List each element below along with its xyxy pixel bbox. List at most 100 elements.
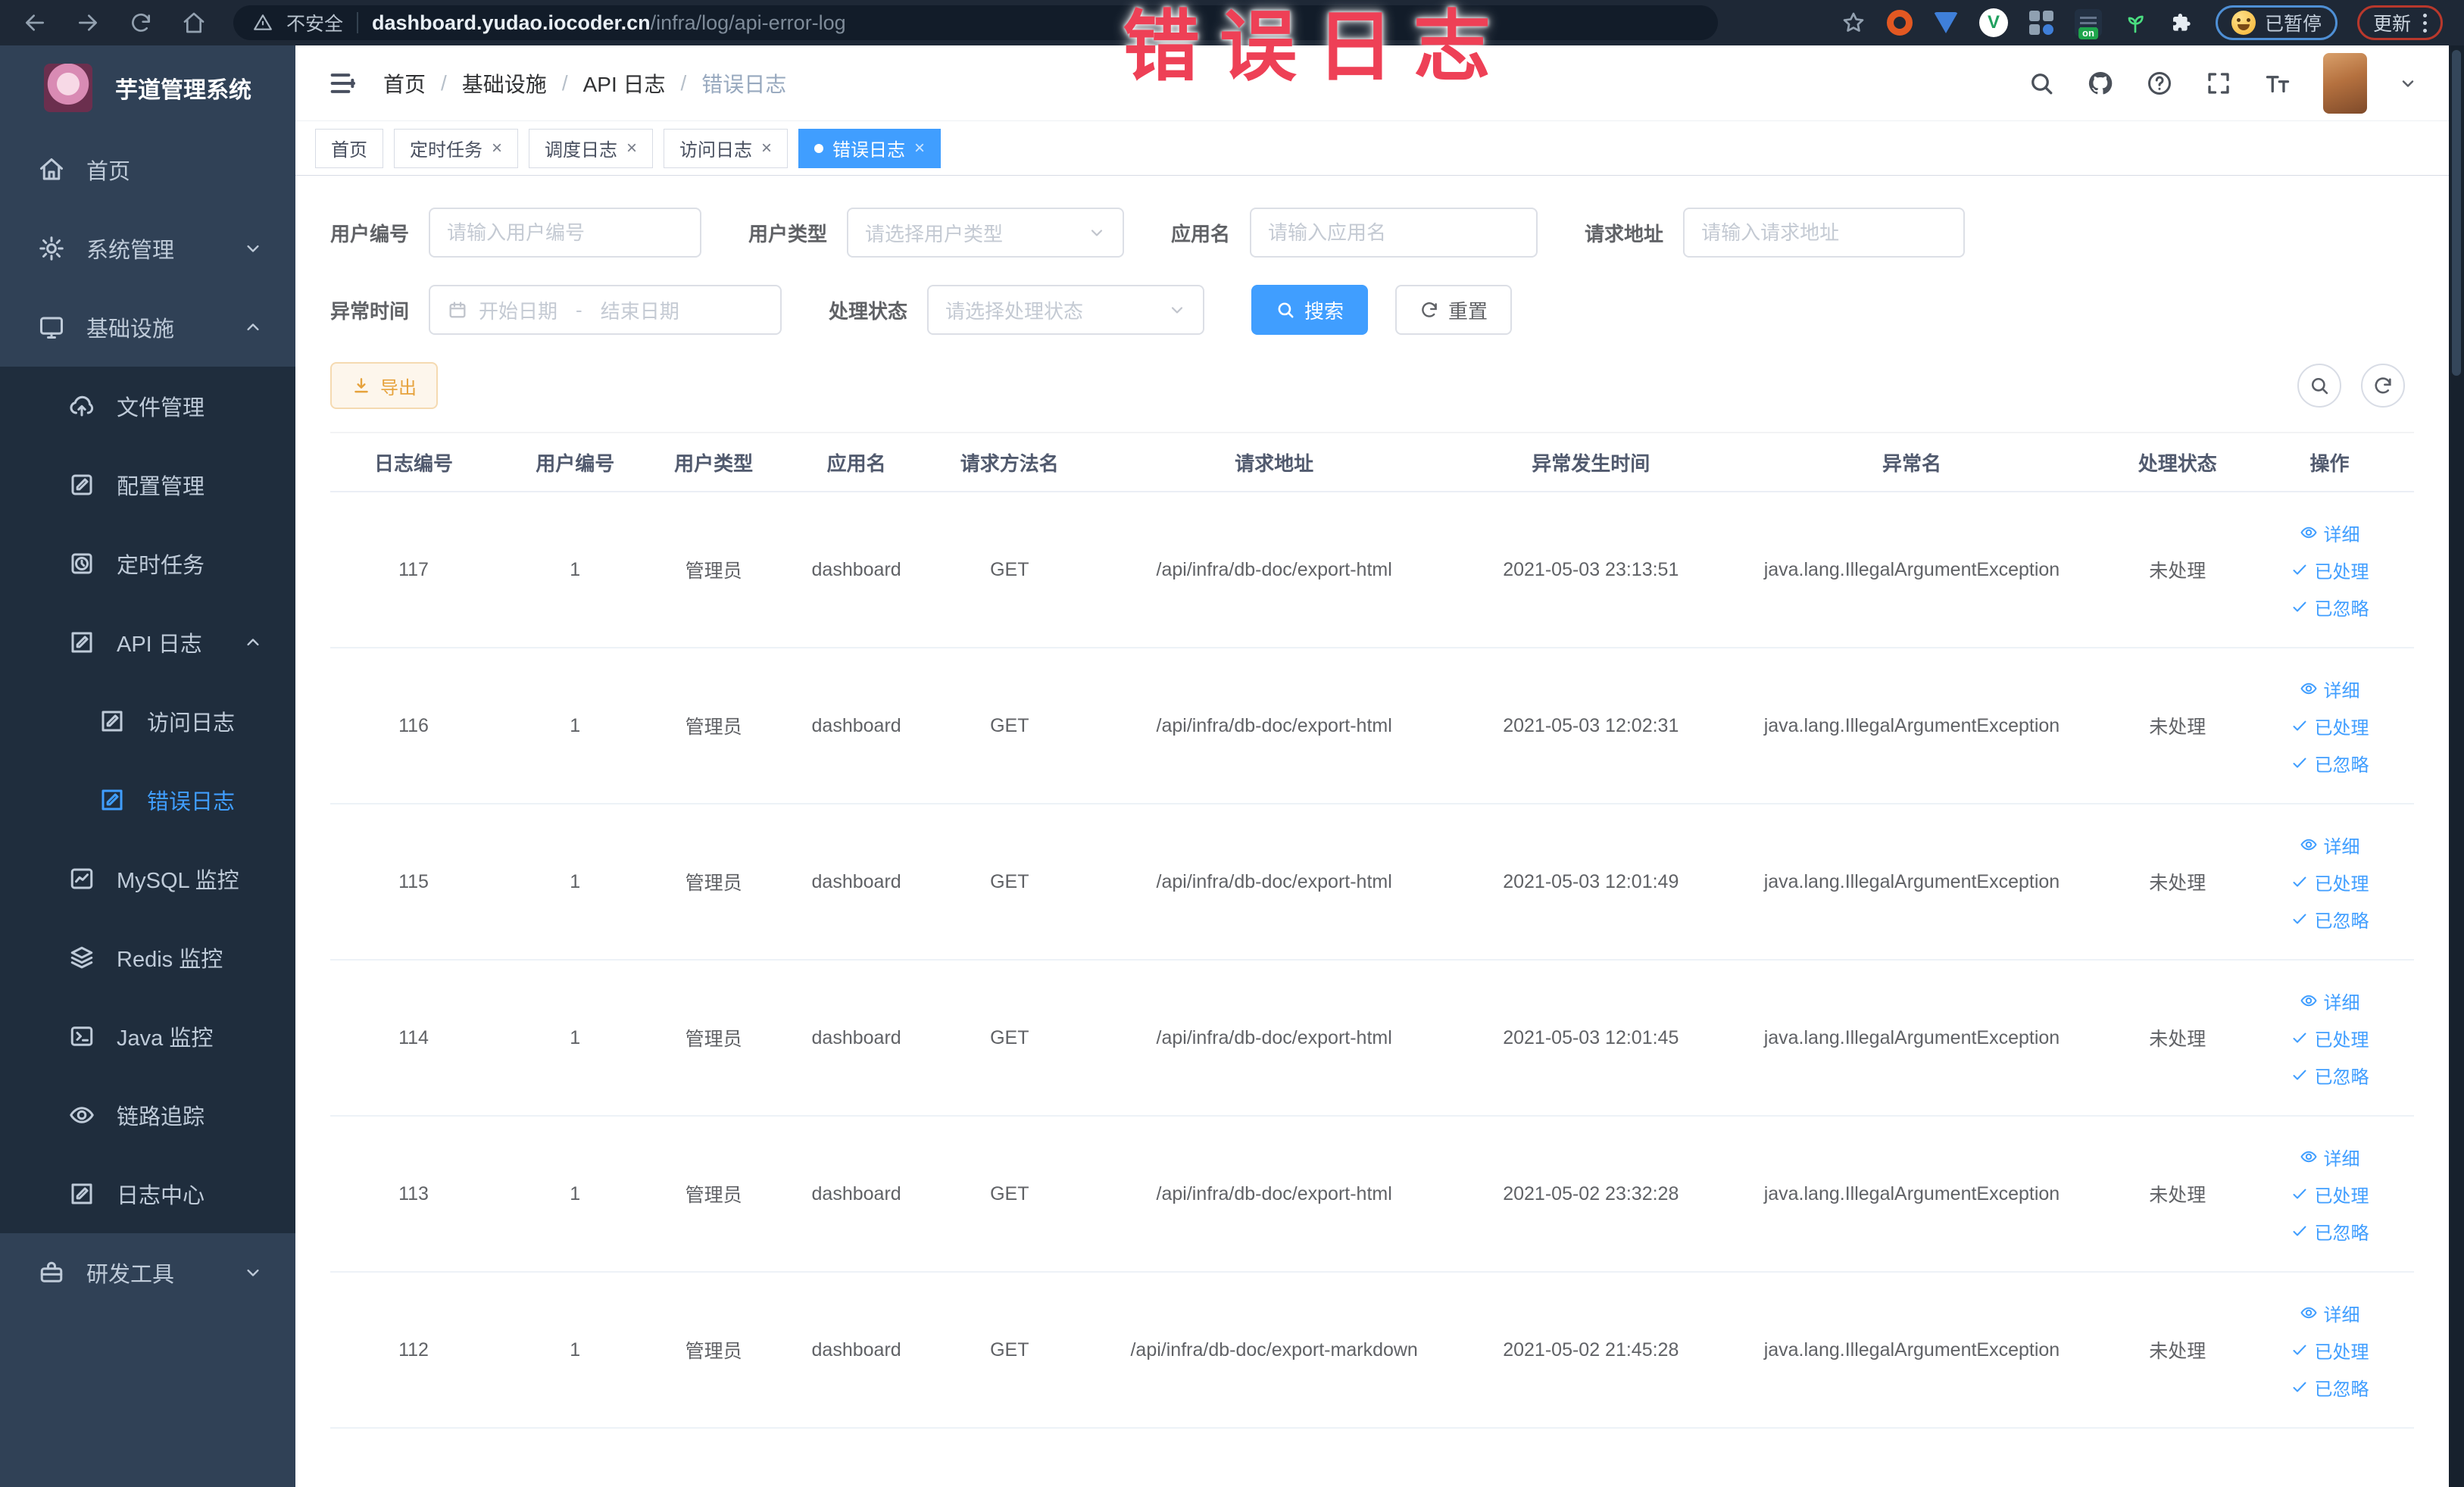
- sidebar-item-file[interactable]: 文件管理: [0, 367, 295, 445]
- reset-button[interactable]: 重置: [1395, 285, 1513, 335]
- sidebar-item-infra[interactable]: 基础设施: [0, 288, 295, 367]
- row-action-ignored[interactable]: 已忽略: [2291, 1062, 2369, 1089]
- row-action-detail[interactable]: 详细: [2300, 1144, 2360, 1170]
- table-row-114: 114 1 管理员 dashboard GET/api/infra/db-doc/exp…: [330, 961, 2414, 1117]
- breadcrumb: 首页 / 基础设施 / API 日志 / 错误日志: [383, 68, 786, 98]
- bookmark-star-icon[interactable]: [1840, 9, 1867, 36]
- screen: 不安全 dashboard.yudao.iocoder.cn/infra/log…: [0, 0, 2464, 1487]
- request-url-field[interactable]: [1683, 208, 1966, 258]
- search-button[interactable]: 搜索: [1251, 285, 1369, 335]
- sidebar-item-dev-tools[interactable]: 研发工具: [0, 1233, 295, 1312]
- row-action-detail[interactable]: 详细: [2300, 520, 2360, 546]
- extension-blue-icon[interactable]: [1932, 9, 1960, 36]
- tab-close-icon[interactable]: ×: [914, 139, 925, 158]
- row-action-ignored[interactable]: 已忽略: [2291, 1218, 2369, 1245]
- tab-调度日志[interactable]: 调度日志 ×: [529, 128, 654, 168]
- user-id-input[interactable]: [447, 220, 684, 245]
- user-type-select[interactable]: 请选择用户类型: [847, 208, 1125, 258]
- row-action-processed[interactable]: 已处理: [2291, 1337, 2369, 1364]
- help-icon[interactable]: [2146, 70, 2173, 97]
- profile-paused-chip[interactable]: 已暂停: [2215, 5, 2338, 40]
- row-action-processed[interactable]: 已处理: [2291, 713, 2369, 739]
- row-action-ignored[interactable]: 已忽略: [2291, 750, 2369, 776]
- font-size-icon[interactable]: [2264, 70, 2291, 97]
- user-avatar[interactable]: [2323, 52, 2367, 114]
- fullscreen-icon[interactable]: [2205, 70, 2232, 97]
- tab-错误日志[interactable]: 错误日志 ×: [798, 128, 942, 168]
- github-icon[interactable]: [2087, 70, 2114, 97]
- row-action-processed[interactable]: 已处理: [2291, 869, 2369, 895]
- chevron-down-icon[interactable]: [2399, 74, 2417, 92]
- row-action-ignored[interactable]: 已忽略: [2291, 906, 2369, 932]
- row-action-ignored[interactable]: 已忽略: [2291, 1374, 2369, 1401]
- cell-user_id: 1: [570, 870, 581, 892]
- breadcrumb-item[interactable]: 基础设施: [462, 68, 547, 98]
- chevron-up-icon: [242, 317, 264, 338]
- refresh-button[interactable]: [2361, 364, 2405, 408]
- column-header-url: 请求地址: [1235, 451, 1314, 475]
- browser-update-menu[interactable]: 更新: [2356, 5, 2443, 40]
- browser-back-icon[interactable]: [21, 9, 48, 36]
- breadcrumb-item[interactable]: 首页: [383, 68, 426, 98]
- request-url-input[interactable]: [1701, 220, 1947, 245]
- column-header-user_type: 用户类型: [674, 451, 754, 475]
- sidebar-item-java[interactable]: Java 监控: [0, 997, 295, 1076]
- exception-time-range-picker[interactable]: 开始日期 - 结束日期: [429, 285, 782, 335]
- tab-close-icon[interactable]: ×: [626, 139, 637, 158]
- hamburger-icon[interactable]: [327, 68, 358, 98]
- tab-访问日志[interactable]: 访问日志 ×: [664, 128, 789, 168]
- extension-green-v-icon[interactable]: V: [1978, 8, 2008, 37]
- row-action-processed[interactable]: 已处理: [2291, 1181, 2369, 1207]
- tab-close-icon[interactable]: ×: [492, 139, 502, 158]
- extension-plant-icon[interactable]: [2122, 9, 2149, 36]
- row-action-detail[interactable]: 详细: [2300, 1300, 2360, 1326]
- process-status-select[interactable]: 请选择处理状态: [927, 285, 1205, 335]
- browser-forward-icon[interactable]: [74, 9, 101, 36]
- extension-on-badge-icon[interactable]: on: [2074, 9, 2102, 39]
- page-scrollbar[interactable]: [2449, 45, 2464, 1487]
- sidebar-item-config[interactable]: 配置管理: [0, 445, 295, 524]
- extensions-puzzle-icon[interactable]: [2169, 9, 2196, 36]
- sidebar-item-api-log[interactable]: API 日志: [0, 603, 295, 682]
- user-id-field[interactable]: [429, 208, 702, 258]
- cell-actions: 详细 已处理 已忽略: [2245, 676, 2414, 776]
- sidebar-item-job[interactable]: 定时任务: [0, 524, 295, 603]
- row-action-label: 已忽略: [2314, 1379, 2369, 1400]
- sidebar-item-error-log[interactable]: 错误日志: [0, 761, 295, 839]
- row-action-detail[interactable]: 详细: [2300, 676, 2360, 702]
- search-icon[interactable]: [2028, 70, 2055, 97]
- sidebar-item-system[interactable]: 系统管理: [0, 209, 295, 288]
- sidebar-item-access-log[interactable]: 访问日志: [0, 682, 295, 761]
- sidebar-item-log-center[interactable]: 日志中心: [0, 1154, 295, 1233]
- extension-grid-icon[interactable]: [2028, 9, 2055, 36]
- tab-首页[interactable]: 首页: [315, 128, 383, 168]
- row-action-detail[interactable]: 详细: [2300, 832, 2360, 858]
- app-name-field[interactable]: [1250, 208, 1538, 258]
- sidebar-item-home[interactable]: 首页: [0, 130, 295, 209]
- sidebar-item-mysql[interactable]: MySQL 监控: [0, 839, 295, 918]
- row-action-detail[interactable]: 详细: [2300, 988, 2360, 1014]
- layers-icon: [67, 942, 97, 973]
- row-action-processed[interactable]: 已处理: [2291, 1025, 2369, 1051]
- row-action-ignored[interactable]: 已忽略: [2291, 594, 2369, 620]
- range-start-placeholder: 开始日期: [479, 299, 558, 323]
- extension-orange-icon[interactable]: [1886, 10, 1913, 36]
- sidebar-logo-row[interactable]: 芋道管理系统: [0, 45, 295, 130]
- sidebar-item-redis[interactable]: Redis 监控: [0, 918, 295, 997]
- table-row-116: 116 1 管理员 dashboard GET/api/infra/db-doc/exp…: [330, 648, 2414, 804]
- error-log-table: 日志编号 用户编号 用户类型 应用名 请求方法名 请求地址 异常发生时间 异常名 处理状态 操作 …: [330, 432, 2414, 1429]
- row-action-processed[interactable]: 已处理: [2291, 557, 2369, 583]
- app-name-input[interactable]: [1268, 220, 1520, 245]
- row-action-label: 已处理: [2314, 1342, 2369, 1363]
- tab-定时任务[interactable]: 定时任务 ×: [394, 128, 519, 168]
- scrollbar-thumb[interactable]: [2452, 50, 2461, 376]
- toggle-search-button[interactable]: [2297, 364, 2341, 408]
- export-button[interactable]: 导出: [330, 362, 438, 409]
- range-end-placeholder: 结束日期: [600, 299, 679, 323]
- breadcrumb-item[interactable]: API 日志: [583, 68, 666, 98]
- breadcrumb-separator: /: [561, 70, 568, 95]
- browser-home-icon[interactable]: [180, 9, 208, 36]
- browser-reload-icon[interactable]: [127, 9, 155, 36]
- sidebar-item-trace[interactable]: 链路追踪: [0, 1076, 295, 1154]
- tab-close-icon[interactable]: ×: [761, 139, 772, 158]
